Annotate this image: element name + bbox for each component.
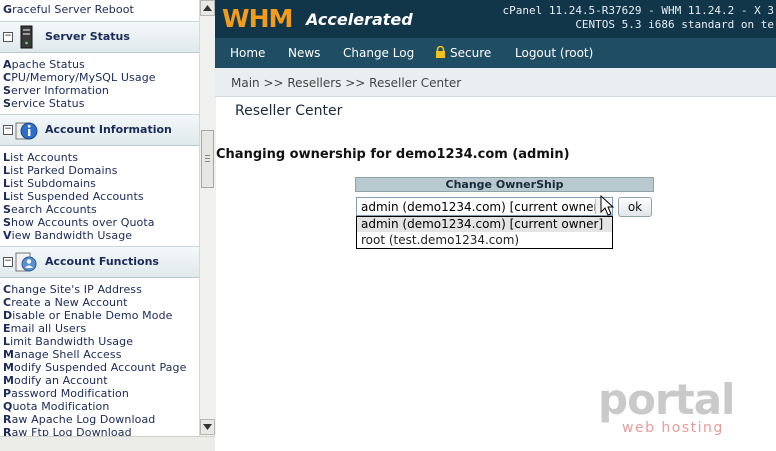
os-info: CENTOS 5.3 i686 standard on te [575,18,774,31]
section-header-account-functions[interactable]: − Account Functions [0,246,199,278]
sidebar-item-quota-modification[interactable]: Quota Modification [0,400,186,413]
sidebar-item-search-accounts[interactable]: Search Accounts [0,203,155,216]
section-header-account-information[interactable]: − Account Information [0,114,199,146]
page-title: Reseller Center [235,103,343,119]
owner-option-admin[interactable]: admin (demo1234.com) [current owner] [357,217,612,232]
nav-news[interactable]: News [288,46,320,60]
section-title: Account Information [45,123,172,136]
portal-watermark: portal web hosting [598,378,748,442]
breadcrumb-bar: Main >> Resellers >> Reseller Center [215,68,776,97]
account-functions-icon [15,252,37,272]
sidebar-item-list-subdomains[interactable]: List Subdomains [0,177,155,190]
account-information-list: List Accounts List Parked Domains List S… [0,151,155,242]
sidebar-item-change-site-ip[interactable]: Change Site's IP Address [0,283,186,296]
nav-home[interactable]: Home [230,46,265,60]
sidebar-item-view-bandwidth-usage[interactable]: View Bandwidth Usage [0,229,155,242]
sidebar-item-create-new-account[interactable]: Create a New Account [0,296,186,309]
top-header: WHM Accelerated cPanel 11.24.5-R37629 - … [215,0,776,38]
collapse-toggle[interactable]: − [3,125,13,135]
ownership-heading: Changing ownership for demo1234.com (adm… [216,147,570,162]
sidebar-item-apache-status[interactable]: Apache Status [0,58,156,71]
sidebar-item-list-accounts[interactable]: List Accounts [0,151,155,164]
collapse-toggle[interactable]: − [3,257,13,267]
info-icon [15,122,38,140]
sidebar-item-list-suspended-accounts[interactable]: List Suspended Accounts [0,190,155,203]
mouse-cursor-icon [600,195,615,216]
sidebar-item-server-information[interactable]: Server Information [0,84,156,97]
server-status-list: Apache Status CPU/Memory/MySQL Usage Ser… [0,58,156,110]
frame-bottom-bar [0,436,215,451]
sidebar-item-limit-bandwidth[interactable]: Limit Bandwidth Usage [0,335,186,348]
breadcrumb[interactable]: Main >> Resellers >> Reseller Center [231,76,461,90]
scroll-down-button[interactable] [200,419,215,435]
nav-logout[interactable]: Logout (root) [515,46,593,60]
sidebar-item-modify-suspended-page[interactable]: Modify Suspended Account Page [0,361,186,374]
sidebar-item-demo-mode[interactable]: Disable or Enable Demo Mode [0,309,186,322]
watermark-logo: portal [598,375,735,424]
sidebar-item-raw-ftp-log[interactable]: Raw Ftp Log Download [0,426,186,436]
nav-secure-label: Secure [450,46,492,60]
nav-secure[interactable]: Secure [435,45,492,60]
watermark-subtitle: web hosting [622,420,724,436]
chevron-up-icon [203,5,212,11]
section-header-server-status[interactable]: − Server Status [0,21,199,53]
whm-logo[interactable]: WHM [222,4,293,33]
sidebar-item-email-all-users[interactable]: Email all Users [0,322,186,335]
collapse-toggle[interactable]: − [3,32,13,42]
change-ownership-header: Change OwnerShip [355,177,654,192]
sidebar-item-cpu-memory-mysql-usage[interactable]: CPU/Memory/MySQL Usage [0,71,156,84]
scroll-thumb[interactable] [201,130,214,188]
owner-option-root[interactable]: root (test.demo1234.com) [357,233,612,248]
server-icon [20,25,33,49]
sidebar-item-manage-shell-access[interactable]: Manage Shell Access [0,348,186,361]
sidebar-item-list-parked-domains[interactable]: List Parked Domains [0,164,155,177]
chevron-down-icon [203,424,212,430]
owner-select[interactable]: admin (demo1234.com) [current owner] [356,197,613,216]
sidebar-item-service-status[interactable]: Service Status [0,97,156,110]
section-title: Account Functions [45,255,159,268]
sidebar-item-show-accounts-over-quota[interactable]: Show Accounts over Quota [0,216,155,229]
scroll-up-button[interactable] [200,0,215,16]
version-info: cPanel 11.24.5-R37629 - WHM 11.24.2 - X … [502,4,774,17]
ok-button[interactable]: ok [618,197,652,217]
owner-dropdown-list: admin (demo1234.com) [current owner] roo… [356,216,613,249]
owner-select-value: admin (demo1234.com) [current owner] [361,200,604,214]
sidebar: Graceful Server Reboot − Server Status A… [0,0,199,436]
main-nav: Home News Change Log Secure Logout (root… [215,38,776,68]
sidebar-item-modify-account[interactable]: Modify an Account [0,374,186,387]
nav-change-log[interactable]: Change Log [343,46,414,60]
section-title: Server Status [45,30,130,43]
lock-icon [436,45,445,58]
sidebar-item-raw-apache-log[interactable]: Raw Apache Log Download [0,413,186,426]
sidebar-item-graceful-server-reboot[interactable]: Graceful Server Reboot [0,3,134,16]
whm-logo-accelerated: Accelerated [306,10,413,29]
sidebar-scrollbar[interactable] [199,0,216,436]
sidebar-item-password-modification[interactable]: Password Modification [0,387,186,400]
account-functions-list: Change Site's IP Address Create a New Ac… [0,283,186,436]
